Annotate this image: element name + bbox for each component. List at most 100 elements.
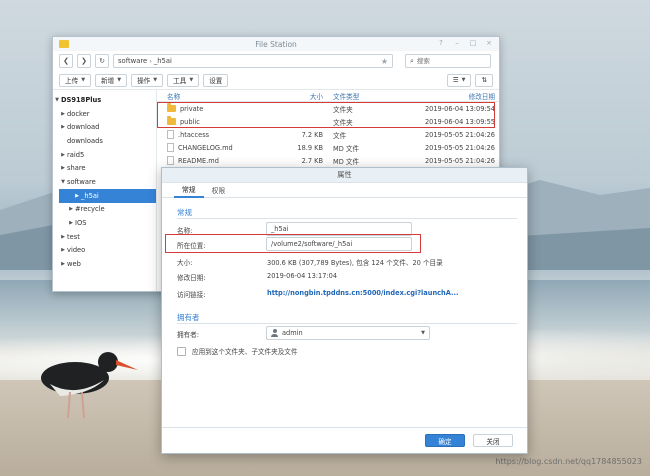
refresh-icon: ↻	[99, 57, 105, 65]
upload-label: 上传	[65, 77, 79, 85]
url-link[interactable]: http://nongbin.tpddns.cn:5000/index.cgi?…	[267, 289, 458, 297]
section-divider	[177, 323, 517, 324]
search-input[interactable]	[416, 57, 477, 65]
tree-item-label: video	[67, 246, 86, 255]
tab-permissions[interactable]: 权限	[204, 183, 234, 198]
file-icon	[167, 143, 174, 152]
close-icon[interactable]: ×	[485, 39, 493, 47]
sort-icon: ⇅	[481, 76, 487, 84]
file-station-titlebar[interactable]: File Station ? – □ ×	[53, 37, 499, 51]
file-row-changelog[interactable]: CHANGELOG.md 18.9 KB MD 文件 2019-05-05 21…	[157, 141, 499, 154]
file-type: MD 文件	[333, 157, 360, 166]
forward-button[interactable]: ❯	[77, 54, 91, 68]
tree-item-test[interactable]: ▶ test	[53, 230, 156, 244]
star-icon[interactable]: ★	[381, 57, 388, 66]
column-header-type[interactable]: 文件类型	[329, 91, 415, 101]
folders-highlight-box	[157, 102, 495, 128]
sort-button[interactable]: ⇅	[475, 73, 493, 87]
tree-item-web[interactable]: ▶ web	[53, 257, 156, 271]
caret-down-icon: ▼	[189, 77, 194, 83]
tree-item-software[interactable]: ▼ software	[53, 175, 156, 189]
help-icon[interactable]: ?	[437, 39, 445, 47]
caret-right-icon: ▶	[61, 165, 65, 172]
breadcrumb-segment[interactable]: software	[118, 57, 147, 65]
window-controls: ? – □ ×	[437, 39, 493, 47]
create-button[interactable]: 新增 ▼	[95, 73, 128, 87]
back-button[interactable]: ❮	[59, 54, 73, 68]
tools-label: 工具	[173, 77, 187, 85]
tree-item-video[interactable]: ▶ video	[53, 244, 156, 258]
tree-item-downloads[interactable]: downloads	[53, 134, 156, 148]
view-controls: ☰ ▼ ⇅	[446, 73, 493, 87]
tree-item-recycle[interactable]: ▶ #recycle	[53, 203, 156, 217]
section-divider	[177, 218, 517, 219]
modified-value: 2019-06-04 13:17:04	[267, 272, 338, 280]
tree-item-label: docker	[67, 109, 90, 118]
minimize-icon[interactable]: –	[453, 39, 461, 47]
column-header-size[interactable]: 大小	[269, 91, 329, 101]
size-label: 大小:	[177, 259, 193, 267]
caret-right-icon: ▶	[61, 233, 65, 240]
tree-item-ios[interactable]: ▶ IOS	[53, 216, 156, 230]
user-icon	[271, 329, 278, 337]
file-row-htaccess[interactable]: .htaccess 7.2 KB 文件 2019-05-05 21:04:26	[157, 128, 499, 141]
action-button[interactable]: 操作 ▼	[131, 73, 164, 87]
caret-right-icon: ▶	[61, 110, 65, 117]
file-size: 18.9 KB	[297, 143, 323, 152]
navigation-toolbar: ❮ ❯ ↻ software › _h5ai ★ ⌕	[53, 51, 499, 71]
tree-item-share[interactable]: ▶ share	[53, 161, 156, 175]
section-title-owner: 拥有者	[177, 313, 200, 322]
search-icon: ⌕	[410, 56, 414, 65]
section-title-general: 常规	[177, 208, 192, 217]
tree-item-label: downloads	[67, 136, 103, 145]
create-label: 新增	[101, 77, 115, 85]
file-icon	[167, 130, 174, 139]
path-bar[interactable]: software › _h5ai ★	[113, 54, 393, 68]
list-icon: ☰	[452, 76, 459, 84]
caret-down-icon: ▼	[461, 77, 466, 83]
close-button[interactable]: 关闭	[473, 434, 513, 447]
tree-item-label: IOS	[75, 219, 87, 228]
file-name: .htaccess	[178, 130, 210, 139]
tree-item-docker[interactable]: ▶ docker	[53, 107, 156, 121]
tree-item-label: _h5ai	[81, 191, 99, 200]
caret-right-icon: ▶	[69, 206, 73, 213]
maximize-icon[interactable]: □	[469, 39, 477, 47]
breadcrumb-segment[interactable]: _h5ai	[154, 57, 172, 65]
file-row-readme[interactable]: README.md 2.7 KB MD 文件 2019-05-05 21:04:…	[157, 154, 499, 167]
upload-button[interactable]: 上传 ▼	[59, 73, 92, 87]
tree-item-label: download	[67, 123, 100, 132]
location-field[interactable]: /volume2/software/_h5ai	[266, 237, 412, 251]
tab-general[interactable]: 常规	[174, 183, 204, 198]
tree-item-download[interactable]: ▶ download	[53, 120, 156, 134]
chevron-left-icon: ❮	[63, 57, 69, 65]
refresh-button[interactable]: ↻	[95, 54, 109, 68]
owner-select[interactable]: admin ▼	[266, 326, 430, 340]
tree-item-label: raid5	[67, 150, 85, 159]
file-name: README.md	[178, 156, 219, 165]
watermark-text: https://blog.csdn.net/qq1784855023	[495, 457, 642, 466]
dialog-title[interactable]: 属性	[162, 168, 527, 183]
caret-down-icon: ▼	[153, 77, 158, 83]
file-name: CHANGELOG.md	[178, 143, 233, 152]
tools-button[interactable]: 工具 ▼	[167, 73, 200, 87]
settings-button[interactable]: 设置	[203, 73, 229, 87]
apply-recursive-checkbox[interactable]	[177, 346, 186, 356]
size-value: 300.6 KB (307,789 Bytes), 包含 124 个文件、20 …	[267, 259, 443, 267]
caret-right-icon: ▶	[69, 220, 73, 227]
column-header-date[interactable]: 修改日期	[415, 91, 495, 101]
owner-value: admin	[282, 329, 303, 337]
tree-item-raid5[interactable]: ▶ raid5	[53, 148, 156, 162]
view-mode-button[interactable]: ☰ ▼	[446, 73, 472, 87]
tree-item-h5ai[interactable]: ▶ _h5ai	[59, 188, 156, 203]
tree-item-ds918plus[interactable]: ▼ DS918Plus	[53, 93, 156, 107]
action-label: 操作	[137, 77, 151, 85]
action-toolbar: 上传 ▼ 新增 ▼ 操作 ▼ 工具 ▼ 设置 ☰ ▼ ⇅	[53, 71, 499, 89]
settings-label: 设置	[209, 77, 223, 85]
window-title: File Station	[255, 39, 297, 49]
tree-item-label: test	[67, 232, 80, 241]
file-icon	[167, 156, 174, 165]
ok-button[interactable]: 确定	[425, 434, 465, 447]
column-header-name[interactable]: 名称	[157, 91, 269, 101]
bird-image	[41, 352, 138, 419]
